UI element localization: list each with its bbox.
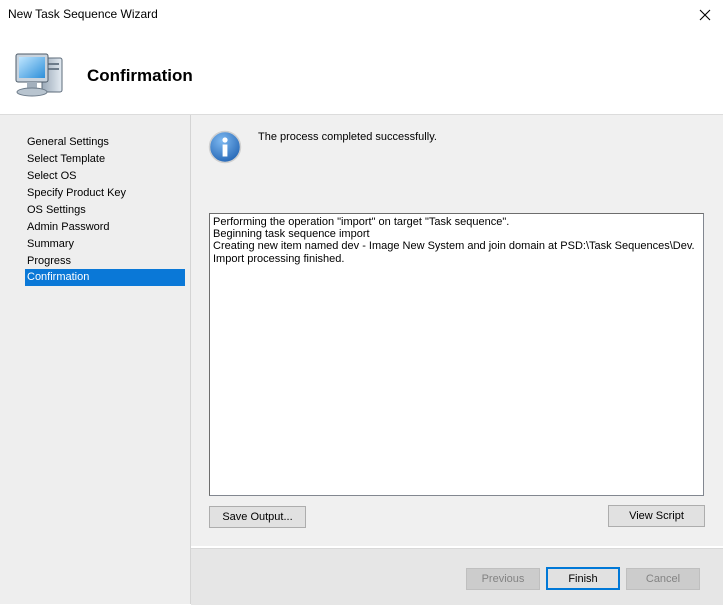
previous-button[interactable]: Previous: [466, 568, 540, 590]
sidebar-item-specify-product-key[interactable]: Specify Product Key: [25, 185, 185, 202]
title-bar: New Task Sequence Wizard: [0, 0, 723, 30]
close-button[interactable]: [693, 4, 717, 26]
sidebar-item-confirmation[interactable]: Confirmation: [25, 269, 185, 286]
sidebar-item-admin-password[interactable]: Admin Password: [25, 219, 185, 236]
close-icon: [699, 9, 711, 21]
info-icon: [208, 130, 242, 164]
sidebar-item-select-template[interactable]: Select Template: [25, 151, 185, 168]
sidebar-item-os-settings[interactable]: OS Settings: [25, 202, 185, 219]
sidebar-item-general-settings[interactable]: General Settings: [25, 134, 185, 151]
computer-icon: [15, 53, 63, 97]
output-line: Creating new item named dev - Image New …: [213, 240, 695, 253]
view-script-button[interactable]: View Script: [608, 505, 705, 527]
save-output-button[interactable]: Save Output...: [209, 506, 306, 528]
sidebar-item-progress[interactable]: Progress: [25, 253, 185, 270]
finish-button[interactable]: Finish: [546, 567, 620, 590]
output-line: Beginning task sequence import: [213, 228, 370, 241]
window-title: New Task Sequence Wizard: [8, 7, 158, 21]
sidebar-item-select-os[interactable]: Select OS: [25, 168, 185, 185]
wizard-header: Confirmation: [0, 30, 723, 115]
cancel-button[interactable]: Cancel: [626, 568, 700, 590]
status-message: The process completed successfully.: [258, 131, 437, 143]
output-line: Import processing finished.: [213, 252, 345, 265]
page-title: Confirmation: [87, 66, 193, 85]
sidebar-item-summary[interactable]: Summary: [25, 236, 185, 253]
output-line: Performing the operation "import" on tar…: [213, 216, 510, 228]
output-log[interactable]: Performing the operation "import" on tar…: [209, 213, 704, 496]
